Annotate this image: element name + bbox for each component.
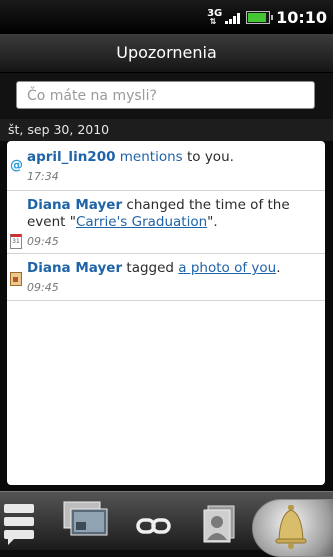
photos-icon	[63, 501, 108, 536]
list-item[interactable]: Diana Mayer tagged a photo of you. 09:45	[7, 254, 325, 301]
status-updates-tab[interactable]	[0, 492, 46, 550]
event-link[interactable]: Carrie's Graduation	[76, 214, 207, 230]
links-tab[interactable]	[130, 492, 180, 550]
status-input[interactable]: Čo máte na mysli?	[16, 81, 315, 109]
notification-tail: ".	[207, 214, 218, 230]
notification-body: tagged	[122, 260, 179, 276]
page-title: Upozornenia	[0, 34, 333, 73]
link-icon	[136, 518, 171, 534]
signal-icon	[225, 10, 241, 24]
notification-text: Diana Mayer changed the time of the even…	[27, 197, 319, 231]
photo-link[interactable]: a photo of you	[178, 260, 276, 276]
notification-tail: to you.	[182, 149, 234, 165]
timestamp: 17:34	[27, 170, 59, 183]
timestamp: 09:45	[27, 235, 59, 248]
status-bar: 3G ⇅ 10:10	[0, 0, 333, 34]
contacts-tab[interactable]	[196, 492, 246, 550]
compose-area: Čo máte na mysli?	[0, 73, 333, 119]
notifications-tab[interactable]	[252, 499, 333, 557]
list-item[interactable]: @ april_lin200 mentions to you. 17:34	[7, 141, 325, 191]
notification-tail: .	[276, 260, 281, 276]
notification-text: april_lin200 mentions to you.	[27, 149, 319, 166]
notification-list: @ april_lin200 mentions to you. 17:34 31…	[7, 141, 325, 485]
photos-tab[interactable]	[60, 492, 116, 550]
timestamp: 09:45	[27, 281, 59, 294]
bell-icon	[275, 505, 307, 549]
user-name[interactable]: Diana Mayer	[27, 197, 122, 213]
mention-action: mentions	[119, 149, 183, 165]
photo-icon	[10, 272, 22, 286]
calendar-icon: 31	[10, 234, 22, 249]
contact-card-icon	[203, 505, 235, 543]
list-item[interactable]: 31 Diana Mayer changed the time of the e…	[7, 191, 325, 254]
clock: 10:10	[276, 7, 327, 27]
battery-icon	[246, 10, 274, 24]
speech-bubbles-icon	[4, 504, 34, 545]
at-icon: @	[10, 158, 23, 173]
network-type: 3G ⇅	[207, 7, 223, 26]
user-name[interactable]: Diana Mayer	[27, 260, 122, 276]
notification-text: Diana Mayer tagged a photo of you.	[27, 260, 319, 277]
user-name[interactable]: april_lin200	[27, 149, 115, 165]
date-header: št, sep 30, 2010	[0, 119, 333, 141]
